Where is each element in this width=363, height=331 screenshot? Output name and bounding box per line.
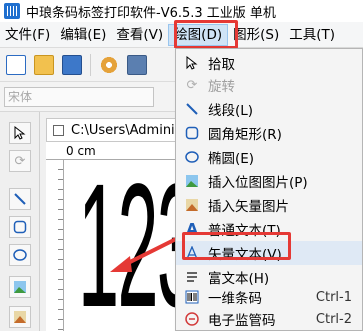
menu-item-rotate: ⟳ 旋转 <box>176 73 362 97</box>
menu-item-rounded-rect[interactable]: 圆角矩形(R) <box>176 121 362 145</box>
toolbar-separator <box>90 53 91 76</box>
line-tool-icon[interactable] <box>9 188 31 210</box>
save-icon[interactable] <box>62 54 82 75</box>
rich-text-icon <box>184 269 200 285</box>
title-bar: 中琅条码标签打印软件-V6.5.3 工业版 单机 <box>0 0 363 22</box>
menu-item-supervision-code[interactable]: 电子监管码 Ctrl-2 <box>176 307 362 331</box>
menu-item-line[interactable]: 线段(L) <box>176 97 362 121</box>
supervision-code-icon <box>184 311 200 327</box>
vector-text-highlight-box <box>182 232 291 260</box>
barcode-shortcut: Ctrl-1 <box>315 289 352 305</box>
line-icon <box>184 101 200 117</box>
supervision-code-shortcut: Ctrl-2 <box>315 311 352 327</box>
barcode-icon <box>184 289 200 305</box>
rotate-tool-icon[interactable]: ⟳ <box>9 150 31 172</box>
menu-tools[interactable]: 工具(T) <box>284 24 340 46</box>
document-icon <box>53 124 64 136</box>
settings-gear-icon[interactable] <box>99 54 119 75</box>
menu-edit[interactable]: 编辑(E) <box>55 24 111 46</box>
left-tool-strip: ⟳ <box>0 112 40 331</box>
menu-item-ellipse[interactable]: 椭圆(E) <box>176 145 362 169</box>
document-path: C:\Users\Administ <box>71 122 187 138</box>
pointer-tool-icon[interactable] <box>9 122 31 144</box>
print-icon[interactable] <box>127 54 147 75</box>
draw-menu-dropdown: 拾取 ⟳ 旋转 线段(L) 圆角矩形(R) 椭圆(E) 插入位图图片(P) 插入… <box>175 48 363 331</box>
bitmap-tool-icon[interactable] <box>9 276 31 298</box>
menu-item-pick[interactable]: 拾取 <box>176 51 362 75</box>
vertical-ruler <box>46 160 64 331</box>
new-document-icon[interactable] <box>6 54 26 75</box>
font-family-select[interactable]: 宋体 <box>4 87 154 107</box>
open-folder-icon[interactable] <box>34 54 54 75</box>
draw-menu-highlight-box <box>174 20 238 49</box>
menu-file[interactable]: 文件(F) <box>0 24 55 46</box>
rounded-rect-tool-icon[interactable] <box>9 216 31 238</box>
ellipse-tool-icon[interactable] <box>9 244 31 266</box>
window-title: 中琅条码标签打印软件-V6.5.3 工业版 单机 <box>26 5 276 21</box>
ellipse-icon <box>184 149 200 165</box>
vector-image-tool-icon[interactable] <box>9 306 31 328</box>
menu-item-barcode[interactable]: 一维条码 Ctrl-1 <box>176 285 362 309</box>
rotate-icon: ⟳ <box>186 77 198 93</box>
rounded-rect-icon <box>184 125 200 141</box>
ruler-unit-label: 0 cm <box>66 144 96 158</box>
bitmap-icon <box>184 173 200 189</box>
menu-item-insert-vector-image[interactable]: 插入矢量图片 <box>176 193 362 217</box>
menu-item-insert-bitmap[interactable]: 插入位图图片(P) <box>176 169 362 193</box>
vector-image-icon <box>184 197 200 213</box>
app-logo-icon <box>4 3 20 19</box>
menu-view[interactable]: 查看(V) <box>111 24 168 46</box>
cursor-icon <box>184 55 200 71</box>
